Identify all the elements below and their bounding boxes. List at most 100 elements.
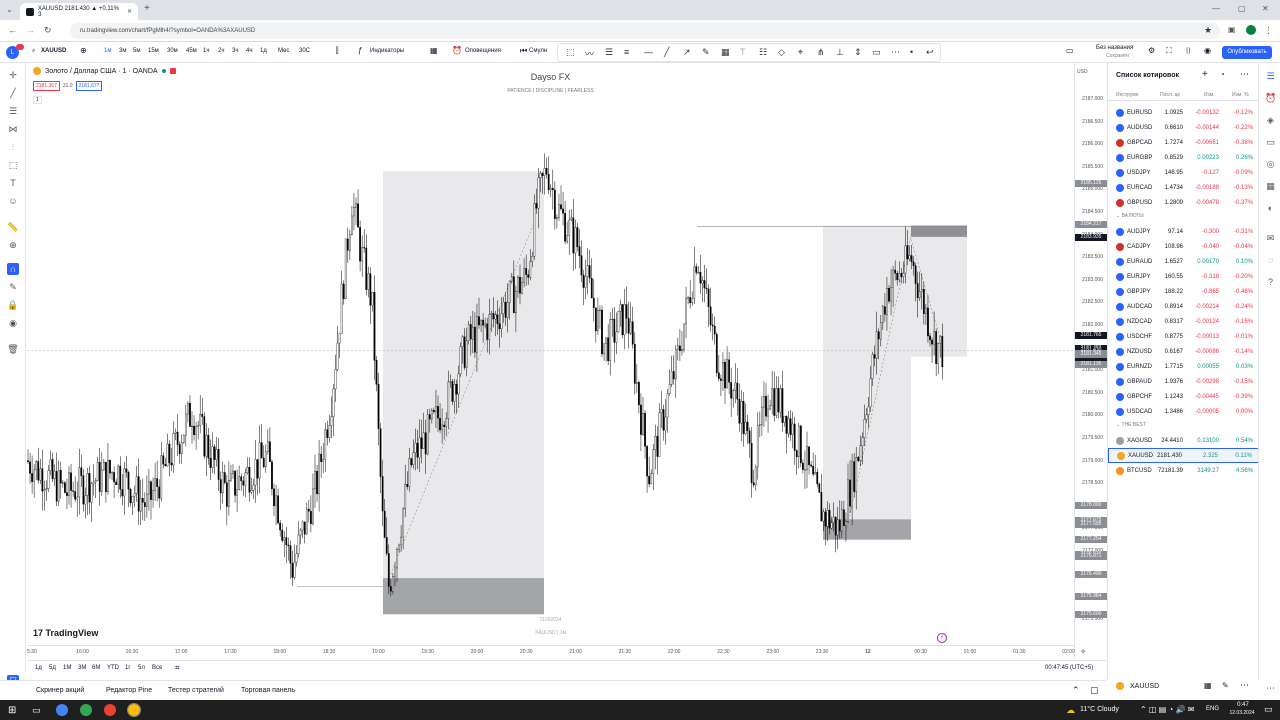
help-icon[interactable]: ? (1265, 277, 1276, 288)
replay-icon[interactable]: ⏮ (520, 46, 527, 56)
notification-center-icon[interactable]: ▭ (1264, 704, 1273, 715)
watchlist-row[interactable]: USDJPY 146.95 -0.127 -0.09% (1108, 165, 1259, 180)
compare-symbol-icon[interactable]: ⊕ (80, 46, 87, 55)
interval-45m[interactable]: 45м (186, 48, 197, 54)
trend-line-icon[interactable]: ╱ (664, 47, 669, 58)
event-marker-icon[interactable]: ⚡ (937, 633, 947, 643)
layout-grid-icon[interactable]: ▭ (1066, 46, 1074, 55)
watchlist-row[interactable]: NZDCAD 0.8317 -0.00124 -0.15% (1108, 314, 1259, 329)
watchlist-row[interactable]: USDCHF 0.8775 -0.00013 -0.01% (1108, 329, 1259, 344)
magnet-icon[interactable]: ∩ (7, 263, 19, 275)
range-1m[interactable]: 1М (63, 665, 71, 671)
watchlist-more-icon[interactable]: ⋯ (1240, 69, 1249, 80)
watchlist-row[interactable]: GBPCAD 1.7274 -0.00661 -0.38% (1108, 135, 1259, 150)
interval-4h[interactable]: 4ч (246, 48, 252, 54)
watchlist-row[interactable]: EURUSD 1.0925 -0.00132 -0.12% (1108, 105, 1259, 120)
interval-30m[interactable]: 30м (167, 48, 178, 54)
interval-1m[interactable]: 1м (104, 48, 111, 54)
browser-menu-icon[interactable]: ⋮ (1264, 25, 1273, 36)
new-tab-icon[interactable]: + (144, 3, 150, 14)
pattern-tool-icon[interactable]: ⋈ (7, 123, 19, 135)
url-field[interactable]: ru.tradingview.com/chart/fPgMlh4/?symbol… (70, 23, 1220, 39)
range-3m[interactable]: 3М (78, 665, 86, 671)
system-time[interactable]: 0:47 (1228, 702, 1258, 708)
profile-avatar[interactable] (1246, 25, 1256, 35)
interval-15m[interactable]: 15м (148, 48, 159, 54)
tray-icons[interactable]: ⌃ ◫ ▤ ◔ 🔊 ✉ (1140, 705, 1194, 714)
forecast-tool-icon[interactable]: ⫶ (7, 141, 19, 153)
trend-line-tool-icon[interactable]: ╱ (7, 87, 19, 99)
layouts-icon[interactable]: ▦ (430, 46, 438, 55)
watchlist-icon[interactable]: ☰ (1265, 71, 1276, 82)
crosshair-icon[interactable]: ✛ (7, 69, 19, 81)
dot-icon[interactable]: • (910, 47, 913, 57)
fib-tool-icon[interactable]: ☰ (7, 105, 19, 117)
watchlist-title[interactable]: Список котировок (1116, 72, 1179, 79)
tab-stock-screener[interactable]: Скринер акций (36, 687, 84, 694)
watchlist-row[interactable]: GBPAUD 1.9376 -0.00298 -0.15% (1108, 374, 1259, 389)
curve-icon[interactable]: ↩ (926, 47, 934, 58)
watchlist-row[interactable]: CADJPY 108.96 -0.040 -0.04% (1108, 239, 1259, 254)
time-scale[interactable]: 5:30 16:00 16:30 17:00 17:30 18:00 18:30 19:00 1… (27, 645, 1085, 658)
currency-label[interactable]: USD (1077, 69, 1088, 75)
interval-1d[interactable]: 1д (260, 48, 267, 54)
col-change[interactable]: Изм. (1204, 92, 1215, 98)
icons-tool-icon[interactable]: ☺ (7, 195, 19, 207)
time-scale-settings-icon[interactable]: ⚙ (1081, 649, 1085, 655)
interval-5m[interactable]: 5м (133, 48, 140, 54)
text-tool-icon[interactable]: T (7, 177, 19, 189)
interval-3m[interactable]: 3м (119, 48, 126, 54)
detail-symbol[interactable]: XAUUSD (1130, 683, 1159, 690)
object-tree-layers-icon[interactable]: ◈ (1265, 115, 1276, 126)
interval-3h[interactable]: 3ч (232, 48, 238, 54)
active-chrome-icon[interactable] (127, 703, 141, 717)
camera-icon[interactable]: ◉ (1204, 46, 1211, 55)
close-tab-icon[interactable]: ✕ (127, 8, 132, 15)
windows-start-icon[interactable]: ⊞ (8, 705, 16, 716)
watchlist-row[interactable]: AUDCAD 0.8914 -0.00214 -0.24% (1108, 299, 1259, 314)
alerts-clock-icon[interactable]: ⏰ (1265, 93, 1276, 104)
weather-text[interactable]: 11°C Cloudy (1080, 706, 1119, 713)
ruler-icon[interactable]: 📏 (7, 221, 19, 233)
chrome-profile-icon[interactable] (80, 704, 92, 716)
calendar-icon[interactable]: ▦ (1265, 181, 1276, 192)
pattern-icon[interactable]: ⋔ (817, 47, 825, 58)
trash-icon[interactable]: 🗑 (7, 343, 19, 355)
watchlist-row[interactable]: EURJPY 160.55 -0.318 -0.20% (1108, 269, 1259, 284)
extended-line-icon[interactable]: — (644, 47, 653, 57)
watchlist-row[interactable]: EURGBP 0.8529 0.00223 0.26% (1108, 150, 1259, 165)
watchlist-row[interactable]: GBPJPY 188.22 -0.865 -0.46% (1108, 284, 1259, 299)
lines-icon[interactable]: ☷ (759, 47, 767, 58)
comment-icon[interactable]: ▭ (872, 47, 881, 58)
indicators-icon[interactable]: ƒ (358, 46, 362, 55)
tab-strategy-tester[interactable]: Тестер стратегий (168, 687, 224, 694)
watchlist-row[interactable]: NZDUSD 0.6167 -0.00086 -0.14% (1108, 344, 1259, 359)
path-icon[interactable]: 〰 (585, 47, 594, 60)
system-date[interactable]: 12.03.2024 (1224, 710, 1260, 716)
search-icon[interactable]: ⌕ (32, 48, 35, 55)
watchlist-row[interactable]: EURAUD 1.6527 0.00170 0.10% (1108, 254, 1259, 269)
range-all[interactable]: Все (152, 665, 162, 671)
watchlist-row[interactable]: GBPCHF 1.1243 -0.00445 -0.39% (1108, 389, 1259, 404)
range-6m[interactable]: 6М (92, 665, 100, 671)
collapse-panel-icon[interactable]: ⌃ (1072, 685, 1080, 696)
alerts-button[interactable]: Оповещения (465, 48, 501, 54)
browser-tab[interactable]: XAUUSD 2181.430 ▲ +0.11% З ✕ (20, 3, 138, 20)
ray-icon[interactable]: ↗ (683, 47, 691, 58)
indicators-button[interactable]: Индикаторы (370, 48, 404, 54)
text-tool-icon[interactable]: T (740, 47, 746, 57)
fullscreen-icon[interactable]: ⛶ (1166, 46, 1172, 56)
forward-icon[interactable]: → (26, 25, 35, 35)
minimize-icon[interactable]: — (1212, 4, 1220, 13)
settings-gear-icon[interactable]: ⚙ (1148, 46, 1155, 55)
anchor-icon[interactable]: ⌖ (798, 47, 803, 58)
alert-icon[interactable]: ⏰ (452, 46, 462, 55)
hotlists-icon[interactable]: ◐ (1265, 203, 1276, 214)
close-window-icon[interactable]: ✕ (1262, 4, 1269, 13)
chat-icon[interactable]: ▭ (1265, 137, 1276, 148)
col-instrument[interactable]: Инструме (1116, 92, 1139, 98)
symbol-search[interactable]: XAUUSD (41, 48, 66, 54)
advanced-view-icon[interactable]: ◔ (1220, 70, 1225, 79)
range-ytd[interactable]: YTD (107, 665, 119, 671)
long-position-icon[interactable]: ⊥ (836, 47, 844, 58)
